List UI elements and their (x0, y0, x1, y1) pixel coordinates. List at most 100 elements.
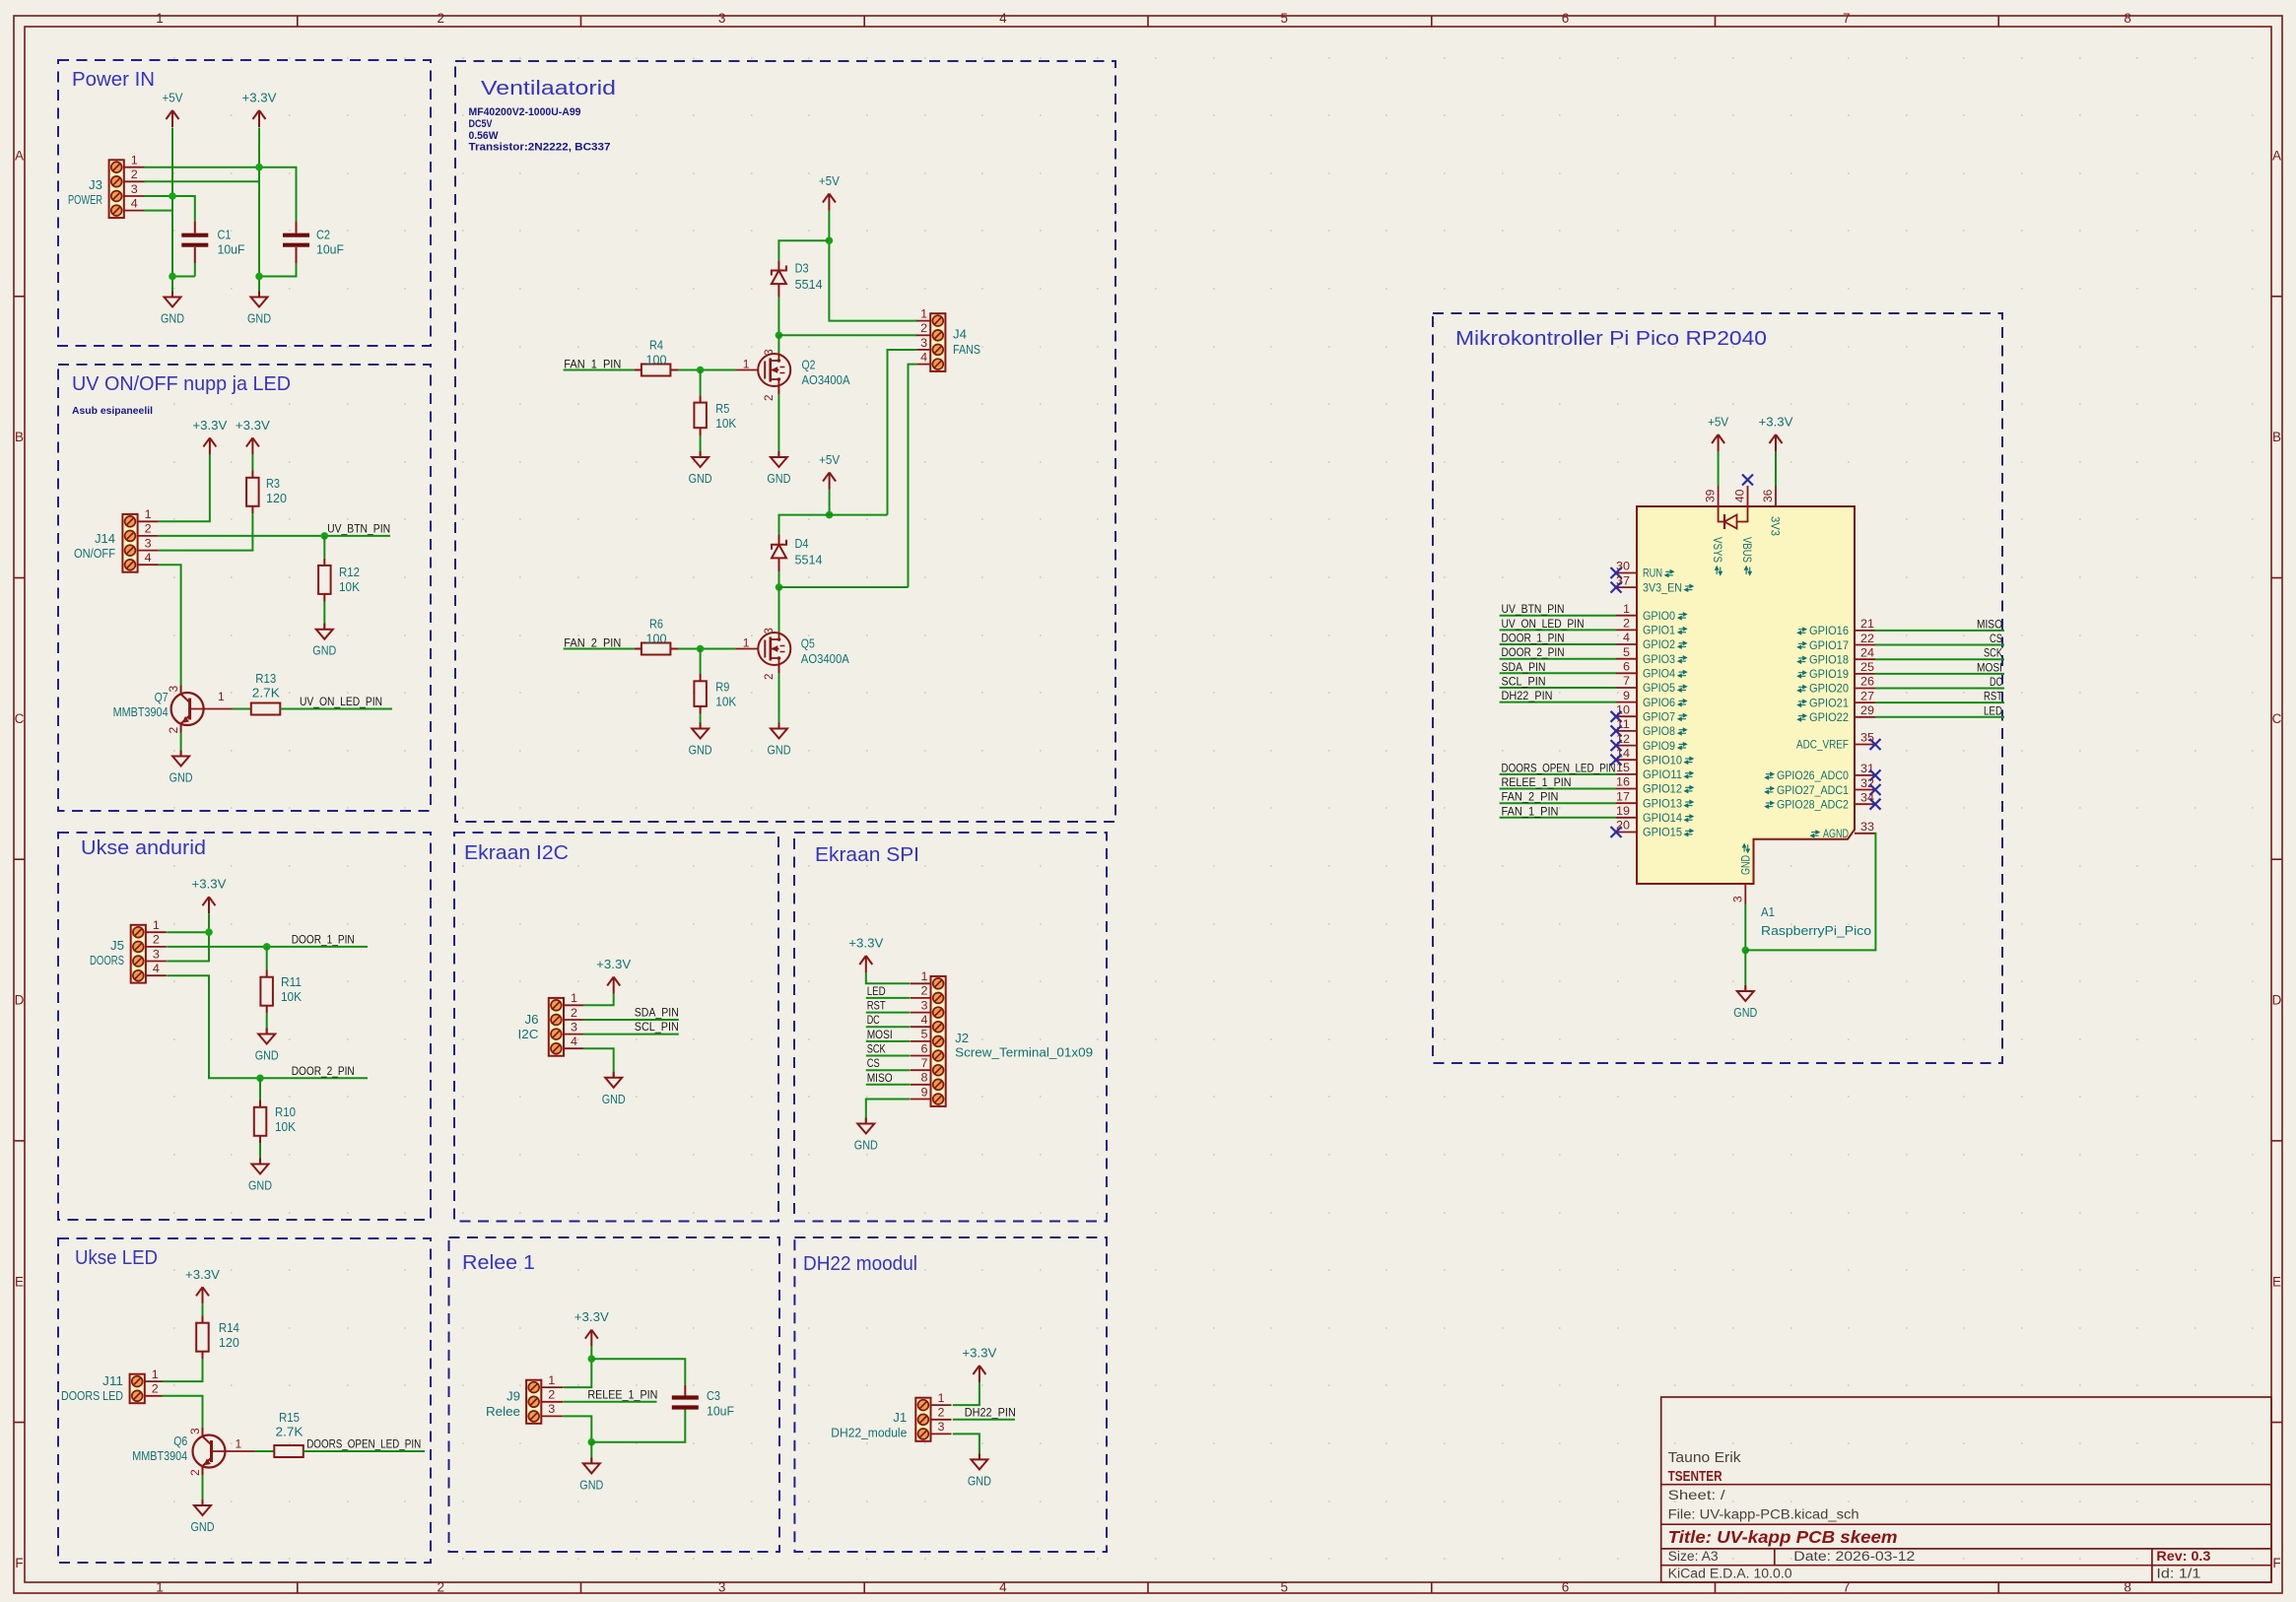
svg-text:4: 4 (153, 962, 160, 975)
svg-text:DOORS_OPEN_LED_PIN: DOORS_OPEN_LED_PIN (1502, 761, 1616, 774)
svg-text:R13: R13 (255, 672, 276, 686)
svg-text:J6: J6 (525, 1013, 539, 1027)
svg-text:9: 9 (921, 1085, 928, 1099)
svg-text:SCK: SCK (867, 1042, 886, 1056)
svg-text:10K: 10K (275, 1120, 297, 1134)
svg-text:MMBT3904: MMBT3904 (132, 1449, 187, 1463)
svg-text:3V3_EN: 3V3_EN (1643, 580, 1682, 594)
svg-text:1: 1 (921, 969, 928, 983)
svg-text:MOSI: MOSI (867, 1028, 893, 1041)
svg-text:16: 16 (1616, 775, 1630, 789)
svg-text:2: 2 (938, 1406, 945, 1420)
svg-text:GND: GND (169, 771, 193, 785)
svg-text:GPIO27_ADC1: GPIO27_ADC1 (1777, 783, 1849, 797)
svg-text:3: 3 (188, 1428, 202, 1435)
svg-text:8: 8 (921, 1071, 928, 1085)
svg-text:GPIO1: GPIO1 (1643, 624, 1675, 637)
svg-text:Ekraan I2C: Ekraan I2C (464, 842, 569, 864)
svg-text:UV_ON_LED_PIN: UV_ON_LED_PIN (300, 695, 382, 708)
svg-text:Relee: Relee (486, 1405, 520, 1419)
svg-text:2: 2 (131, 167, 138, 181)
svg-text:D: D (15, 993, 25, 1008)
svg-text:7: 7 (921, 1056, 928, 1070)
svg-text:GND: GND (854, 1139, 878, 1153)
svg-text:GPIO18: GPIO18 (1809, 652, 1849, 666)
svg-text:CS: CS (867, 1056, 880, 1070)
svg-text:GND: GND (247, 312, 271, 326)
svg-text:J14: J14 (95, 532, 115, 546)
svg-text:RST: RST (867, 999, 887, 1013)
svg-text:R3: R3 (266, 477, 280, 491)
svg-text:10K: 10K (715, 696, 737, 709)
svg-text:MMBT3904: MMBT3904 (113, 705, 169, 719)
svg-text:1: 1 (571, 991, 577, 1005)
svg-text:R14: R14 (219, 1321, 239, 1335)
svg-text:8: 8 (2124, 11, 2131, 26)
svg-text:R11: R11 (281, 975, 302, 989)
svg-text:FAN_2_PIN: FAN_2_PIN (1502, 790, 1559, 804)
svg-text:1: 1 (743, 357, 750, 370)
svg-text:Mikrokontroller Pi Pico RP2040: Mikrokontroller Pi Pico RP2040 (1455, 328, 1767, 350)
svg-text:MOSI: MOSI (1977, 660, 2002, 674)
svg-text:2: 2 (921, 984, 928, 998)
svg-text:J11: J11 (102, 1374, 123, 1388)
svg-text:POWER: POWER (68, 193, 102, 207)
svg-text:GPIO11: GPIO11 (1643, 768, 1682, 781)
svg-text:GPIO20: GPIO20 (1809, 682, 1849, 696)
svg-text:J2: J2 (955, 1032, 969, 1045)
svg-text:3: 3 (938, 1420, 945, 1434)
svg-text:3: 3 (1730, 896, 1744, 902)
svg-text:3: 3 (718, 11, 726, 26)
svg-text:GND: GND (968, 1474, 991, 1488)
svg-text:B: B (15, 430, 24, 444)
svg-text:5: 5 (921, 1028, 928, 1041)
svg-text:4: 4 (999, 1579, 1007, 1594)
svg-text:AO3400A: AO3400A (802, 373, 851, 387)
svg-text:Id: 1/1: Id: 1/1 (2156, 1567, 2200, 1581)
svg-text:DOORS_OPEN_LED_PIN: DOORS_OPEN_LED_PIN (306, 1437, 421, 1451)
svg-text:10K: 10K (715, 417, 737, 431)
svg-text:3: 3 (131, 182, 138, 196)
svg-text:6: 6 (921, 1041, 928, 1055)
svg-text:AO3400A: AO3400A (801, 652, 850, 666)
svg-text:GPIO6: GPIO6 (1643, 696, 1675, 709)
svg-text:4: 4 (1623, 631, 1630, 644)
svg-text:2.7K: 2.7K (252, 687, 281, 701)
svg-text:A: A (2272, 149, 2281, 164)
svg-text:RaspberryPi_Pico: RaspberryPi_Pico (1761, 924, 1871, 938)
svg-text:GPIO10: GPIO10 (1643, 753, 1682, 767)
svg-text:3: 3 (153, 947, 160, 961)
svg-text:1: 1 (1623, 602, 1630, 616)
svg-text:6: 6 (1623, 660, 1630, 674)
svg-text:+3.3V: +3.3V (192, 878, 228, 892)
svg-text:21: 21 (1860, 617, 1874, 631)
svg-text:3: 3 (548, 1402, 555, 1416)
svg-text:7: 7 (1623, 674, 1630, 688)
svg-text:5514: 5514 (795, 554, 823, 567)
svg-text:R15: R15 (279, 1411, 300, 1425)
svg-text:4: 4 (921, 1013, 928, 1027)
svg-text:FAN_2_PIN: FAN_2_PIN (564, 635, 621, 649)
svg-text:+3.3V: +3.3V (1759, 416, 1794, 430)
svg-text:1: 1 (131, 154, 138, 167)
svg-text:GND: GND (191, 1520, 215, 1534)
svg-text:2.7K: 2.7K (276, 1425, 304, 1438)
svg-text:+3.3V: +3.3V (962, 1347, 997, 1361)
svg-text:1: 1 (218, 690, 225, 703)
svg-text:2: 2 (153, 933, 160, 947)
svg-text:+3.3V: +3.3V (185, 1268, 221, 1282)
svg-text:Transistor:2N2222, BC337: Transistor:2N2222, BC337 (469, 142, 611, 154)
svg-text:ADC_VREF: ADC_VREF (1796, 738, 1849, 752)
svg-text:R6: R6 (649, 618, 663, 632)
svg-text:D3: D3 (795, 261, 809, 275)
svg-text:1: 1 (156, 11, 164, 26)
svg-text:3: 3 (764, 628, 776, 634)
svg-text:2: 2 (152, 1382, 159, 1396)
svg-text:33: 33 (1860, 820, 1874, 834)
svg-text:GPIO15: GPIO15 (1643, 826, 1682, 839)
svg-text:2: 2 (548, 1388, 555, 1402)
svg-text:40: 40 (1733, 489, 1747, 502)
svg-text:RST: RST (1984, 690, 2003, 703)
svg-text:5514: 5514 (795, 278, 823, 292)
svg-text:1: 1 (145, 507, 152, 521)
